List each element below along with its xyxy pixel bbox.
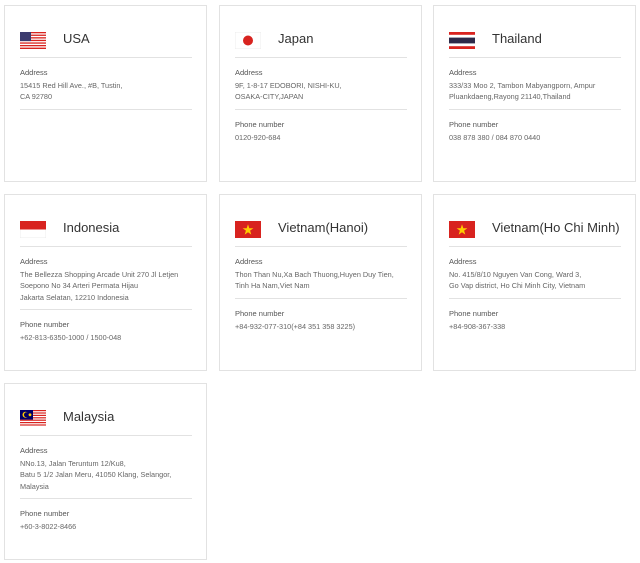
address-label: Address: [20, 257, 48, 266]
phone-label: Phone number: [449, 120, 499, 129]
address-section: Address 333/33 Moo 2, Tambon Mabyangporn…: [449, 68, 627, 103]
phone-section: Phone number 0120-920-684: [235, 120, 413, 143]
office-card-usa: USA Address 15415 Red Hill Ave., #B, Tus…: [4, 5, 207, 182]
phone-section: Phone number +62-813-6350-1000 / 1500-04…: [20, 320, 198, 343]
thailand-flag-icon: [449, 32, 475, 49]
malaysia-flag-icon: [20, 410, 46, 427]
office-card-japan: Japan Address 9F, 1-8-17 EDOBORI, NISHI-…: [219, 5, 422, 182]
indonesia-flag-icon: [20, 221, 46, 238]
office-card-vietnam-hochiminh: Vietnam(Ho Chi Minh) Address No. 415/8/1…: [433, 194, 636, 371]
phone-number[interactable]: +84-932-077-310(+84 351 358 3225): [235, 321, 413, 332]
address-section: Address 9F, 1-8-17 EDOBORI, NISHI-KU, OS…: [235, 68, 413, 103]
address-label: Address: [20, 446, 48, 455]
address-label: Address: [235, 68, 263, 77]
phone-number[interactable]: +84-908-367-338: [449, 321, 627, 332]
country-name: Thailand: [492, 31, 542, 46]
address-text: The Bellezza Shopping Arcade Unit 270 Jl…: [20, 270, 179, 302]
address-section: Address NNo.13, Jalan Teruntum 12/Ku8, B…: [20, 446, 198, 492]
address-text: 15415 Red Hill Ave., #B, Tustin, CA 9278…: [20, 81, 123, 102]
card-header: Malaysia: [20, 406, 192, 436]
phone-label: Phone number: [235, 309, 285, 318]
country-name: USA: [63, 31, 90, 46]
divider: [20, 309, 192, 310]
divider: [20, 109, 192, 110]
card-header: USA: [20, 28, 192, 58]
usa-flag-icon: [20, 32, 46, 49]
vietnam-flag-icon: [449, 221, 475, 238]
divider: [449, 109, 621, 110]
address-text: 9F, 1-8-17 EDOBORI, NISHI-KU, OSAKA-CITY…: [235, 81, 342, 102]
phone-number[interactable]: 038 878 380 / 084 870 0440: [449, 132, 627, 143]
phone-section: Phone number +84-932-077-310(+84 351 358…: [235, 309, 413, 332]
vietnam-flag-icon: [235, 221, 261, 238]
address-label: Address: [449, 68, 477, 77]
office-card-malaysia: Malaysia Address NNo.13, Jalan Teruntum …: [4, 383, 207, 560]
card-header: Vietnam(Ho Chi Minh): [449, 217, 621, 247]
country-name: Vietnam(Hanoi): [278, 220, 369, 235]
card-header: Japan: [235, 28, 407, 58]
country-name: Malaysia: [63, 409, 115, 424]
phone-label: Phone number: [20, 320, 70, 329]
card-header: Vietnam(Hanoi): [235, 217, 407, 247]
address-section: Address Thon Than Nu,Xa Bach Thuong,Huye…: [235, 257, 413, 292]
phone-section: Phone number 038 878 380 / 084 870 0440: [449, 120, 627, 143]
office-card-indonesia: Indonesia Address The Bellezza Shopping …: [4, 194, 207, 371]
office-card-vietnam-hanoi: Vietnam(Hanoi) Address Thon Than Nu,Xa B…: [219, 194, 422, 371]
address-label: Address: [235, 257, 263, 266]
country-name: Indonesia: [63, 220, 120, 235]
address-text: Thon Than Nu,Xa Bach Thuong,Huyen Duy Ti…: [235, 270, 394, 291]
country-name: Japan: [278, 31, 314, 46]
phone-number[interactable]: 0120-920-684: [235, 132, 413, 143]
card-header: Indonesia: [20, 217, 192, 247]
address-section: Address 15415 Red Hill Ave., #B, Tustin,…: [20, 68, 198, 103]
japan-flag-icon: [235, 32, 261, 49]
country-name: Vietnam(Ho Chi Minh): [492, 220, 620, 235]
address-label: Address: [449, 257, 477, 266]
phone-label: Phone number: [235, 120, 285, 129]
phone-number[interactable]: +62-813-6350-1000 / 1500-048: [20, 332, 198, 343]
phone-label: Phone number: [449, 309, 499, 318]
divider: [235, 109, 407, 110]
phone-section: Phone number +84-908-367-338: [449, 309, 627, 332]
address-label: Address: [20, 68, 48, 77]
address-text: No. 415/8/10 Nguyen Van Cong, Ward 3, Go…: [449, 270, 586, 291]
address-text: NNo.13, Jalan Teruntum 12/Ku8, Batu 5 1/…: [20, 459, 172, 491]
address-text: 333/33 Moo 2, Tambon Mabyangporn, Ampur …: [449, 81, 596, 102]
card-header: Thailand: [449, 28, 621, 58]
address-section: Address No. 415/8/10 Nguyen Van Cong, Wa…: [449, 257, 627, 292]
office-card-thailand: Thailand Address 333/33 Moo 2, Tambon Ma…: [433, 5, 636, 182]
phone-number[interactable]: +60-3-8022-8466: [20, 521, 198, 532]
phone-label: Phone number: [20, 509, 70, 518]
phone-section: Phone number +60-3-8022-8466: [20, 509, 198, 532]
divider: [20, 498, 192, 499]
address-section: Address The Bellezza Shopping Arcade Uni…: [20, 257, 198, 303]
divider: [235, 298, 407, 299]
divider: [449, 298, 621, 299]
